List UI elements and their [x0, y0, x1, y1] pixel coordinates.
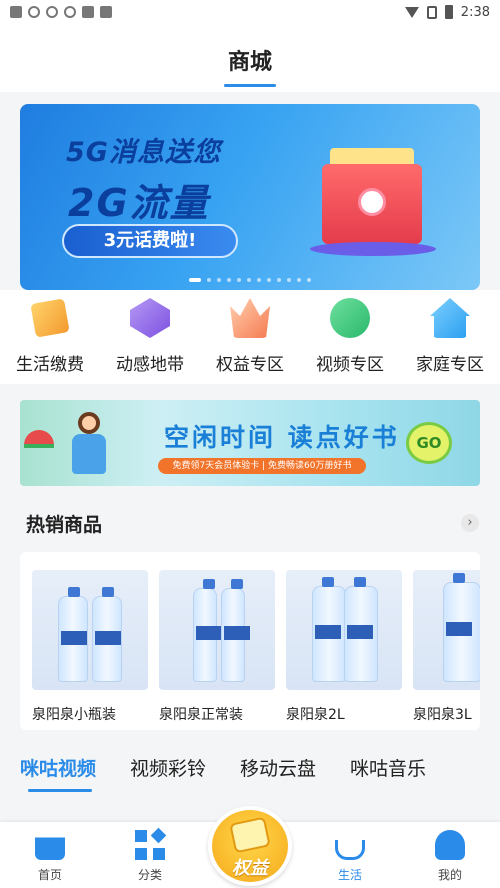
category-icon — [135, 830, 165, 860]
pagination-dot — [297, 278, 301, 282]
battery-icon — [444, 5, 453, 19]
product-image — [413, 570, 480, 690]
tab-cloud-drive[interactable]: 移动云盘 — [240, 744, 316, 792]
nav-life[interactable]: 生活 — [320, 830, 380, 883]
product-card[interactable]: 泉阳泉小瓶装 — [32, 570, 148, 730]
hot-products-header: 热销商品 › — [0, 500, 500, 544]
banner-highlight: 2G流量 — [68, 181, 210, 225]
category-label: 生活缴费 — [16, 355, 84, 375]
watermelon-illustration — [24, 430, 54, 448]
nav-category[interactable]: 分类 — [120, 830, 180, 883]
notification-icon — [10, 6, 22, 18]
pagination-dot — [307, 278, 311, 282]
product-name: 泉阳泉3L — [413, 707, 472, 723]
promo-subtitle: 免费领7天会员体验卡 | 免费畅读60万册好书 — [158, 458, 366, 474]
pagination-dot — [189, 278, 201, 282]
page-title: 商城 — [227, 50, 272, 75]
app-icon — [100, 6, 112, 18]
coupon-icon — [229, 816, 271, 854]
pagination-dot — [277, 278, 281, 282]
pagination-dot — [267, 278, 271, 282]
pagination-dot — [247, 278, 251, 282]
sync-icon — [46, 6, 58, 18]
product-card[interactable]: 泉阳泉2L — [286, 570, 402, 730]
category-label: 动感地带 — [116, 355, 184, 375]
main-banner[interactable]: 5G消息送您 2G流量 3元话费啦! — [20, 104, 480, 290]
status-bar: 2:38 — [0, 0, 500, 24]
mzone-icon — [130, 298, 170, 338]
product-name: 泉阳泉小瓶装 — [32, 707, 116, 723]
go-button[interactable]: GO — [406, 422, 452, 464]
product-image — [32, 570, 148, 690]
category-home[interactable]: 家庭专区 — [402, 298, 498, 384]
chevron-right-icon[interactable]: › — [461, 514, 479, 532]
vip-crown-icon — [230, 298, 270, 338]
nav-label: 生活 — [337, 868, 362, 882]
category-label: 视频专区 — [316, 355, 384, 375]
product-card[interactable]: 泉阳泉正常装 — [159, 570, 275, 730]
tab-migu-video[interactable]: 咪咕视频 — [20, 744, 96, 792]
girl-illustration — [54, 410, 124, 480]
store-icon — [35, 837, 65, 860]
content-tabs: 咪咕视频 视频彩铃 移动云盘 咪咕音乐 — [0, 744, 500, 794]
rights-center-button[interactable]: 权益 — [208, 806, 292, 886]
pagination-dot — [287, 278, 291, 282]
pagination-dot — [237, 278, 241, 282]
image-icon — [82, 6, 94, 18]
wifi-icon — [404, 6, 419, 18]
sync-icon — [64, 6, 76, 18]
category-bill-payment[interactable]: 生活缴费 — [2, 298, 98, 384]
pagination-dot — [227, 278, 231, 282]
title-underline — [224, 84, 276, 87]
promo-title: 空闲时间 读点好书 — [164, 423, 400, 452]
home-icon — [430, 298, 470, 338]
no-sim-icon — [426, 5, 437, 19]
center-button-label: 权益 — [232, 858, 268, 879]
pagination-dot — [207, 278, 211, 282]
coffee-cup-icon — [335, 840, 365, 860]
category-label: 家庭专区 — [416, 355, 484, 375]
nav-me[interactable]: 我的 — [420, 830, 480, 883]
category-mzone[interactable]: 动感地带 — [102, 298, 198, 384]
category-grid: 生活缴费 动感地带 权益专区 视频专区 家庭专区 — [0, 290, 500, 384]
reading-promo-banner[interactable]: 空闲时间 读点好书 免费领7天会员体验卡 | 免费畅读60万册好书 GO — [20, 400, 480, 486]
nav-home[interactable]: 首页 — [20, 830, 80, 883]
gift-box-illustration — [310, 144, 440, 256]
header: 商城 — [0, 24, 500, 92]
category-label: 权益专区 — [216, 355, 284, 375]
product-name: 泉阳泉2L — [286, 707, 345, 723]
category-rights[interactable]: 权益专区 — [202, 298, 298, 384]
nav-label: 首页 — [37, 868, 62, 882]
banner-pagination — [20, 278, 480, 282]
product-card[interactable]: 泉阳泉3L — [413, 570, 480, 730]
banner-headline: 5G消息送您 — [66, 137, 221, 168]
section-title: 热销商品 — [26, 514, 103, 536]
video-icon — [330, 298, 370, 338]
product-list: 泉阳泉小瓶装 泉阳泉正常装 泉阳泉2L 泉阳泉3L — [20, 552, 480, 730]
tab-migu-music[interactable]: 咪咕音乐 — [350, 744, 426, 792]
nav-label: 我的 — [437, 868, 462, 882]
product-name: 泉阳泉正常装 — [159, 707, 243, 723]
user-icon — [435, 830, 465, 860]
product-image — [159, 570, 275, 690]
nav-label: 分类 — [137, 868, 162, 882]
notification-icons — [10, 6, 112, 18]
pagination-dot — [217, 278, 221, 282]
bill-payment-icon — [30, 298, 70, 338]
banner-pill: 3元话费啦! — [62, 224, 238, 258]
tab-video-ringtone[interactable]: 视频彩铃 — [130, 744, 206, 792]
sync-icon — [28, 6, 40, 18]
pagination-dot — [257, 278, 261, 282]
product-image — [286, 570, 402, 690]
category-video[interactable]: 视频专区 — [302, 298, 398, 384]
status-time: 2:38 — [460, 4, 490, 20]
